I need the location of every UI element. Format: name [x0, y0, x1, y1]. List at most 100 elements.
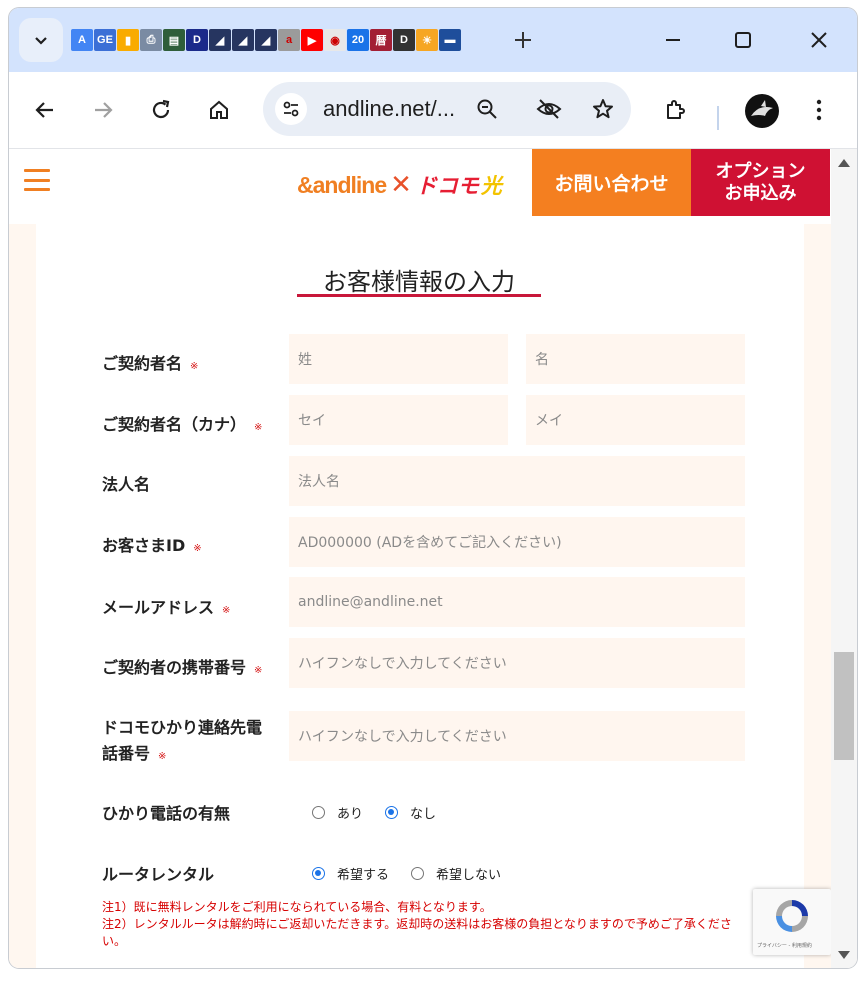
extensions-button[interactable] — [657, 92, 693, 128]
site-logo[interactable]: &andline ✕ ドコモ 光 — [297, 169, 502, 201]
landscape-icon[interactable]: ▬ — [439, 29, 461, 51]
last-name-input[interactable]: 姓 — [289, 334, 508, 384]
email-label-text: メールアドレス — [102, 598, 215, 617]
first-name-kana-input[interactable]: メイ — [526, 395, 745, 445]
customer-id-input[interactable]: AD000000 (ADを含めてご記入ください) — [289, 517, 745, 567]
url-text[interactable]: andline.net/... — [323, 96, 455, 122]
router-notes: 注1）既に無料レンタルをご利用になられている場合、有料となります。 注2）レンタ… — [102, 899, 742, 950]
amazon-icon[interactable]: a — [278, 29, 300, 51]
analytics-icon[interactable]: ▮ — [117, 29, 139, 51]
share-bookmark-icon[interactable]: ◢ — [209, 29, 231, 51]
chevron-down-icon — [35, 37, 47, 45]
scroll-down-arrow-icon[interactable] — [838, 951, 850, 959]
star-icon — [593, 99, 613, 119]
browser-window: A GE ▮ ⎙ ▤ D ◢ ◢ ◢ a ▶ ◉ 20 暦 D ☀ ▬ andl… — [9, 8, 857, 968]
maximize-icon — [735, 32, 751, 48]
gmail-ge-icon[interactable]: GE — [94, 29, 116, 51]
router-rental-radio-group: 希望する 希望しない — [312, 864, 523, 883]
youtube-icon[interactable]: ▶ — [301, 29, 323, 51]
router-not-label: 希望しない — [436, 868, 502, 883]
docomo-phone-input[interactable]: ハイフンなしで入力してください — [289, 711, 745, 761]
page-viewport: &andline ✕ ドコモ 光 お問い合わせ オプション お申込み お客様情報… — [9, 149, 857, 968]
tracking-protection-button[interactable] — [535, 95, 563, 123]
arrow-right-icon — [95, 102, 113, 118]
new-tab-button[interactable] — [509, 26, 537, 54]
docomo-phone-label-line2: 話番号 — [102, 744, 151, 763]
reki-kanji-icon[interactable]: 暦 — [370, 29, 392, 51]
scroll-up-arrow-icon[interactable] — [838, 159, 850, 167]
radio-button[interactable] — [385, 806, 399, 819]
site-info-button[interactable] — [275, 93, 307, 125]
kana-label-text: ご契約者名（カナ） — [102, 415, 247, 434]
share-bookmark-3-icon[interactable]: ◢ — [255, 29, 277, 51]
email-input[interactable]: andline@andline.net — [289, 577, 745, 627]
zoom-out-icon — [477, 99, 497, 119]
share-bookmark-2-icon[interactable]: ◢ — [232, 29, 254, 51]
reload-button[interactable] — [143, 92, 179, 128]
logo-cross: ✕ — [390, 170, 412, 200]
site-banner-icon[interactable]: ▤ — [163, 29, 185, 51]
required-mark: ※ — [254, 422, 263, 433]
hikari-phone-no-label: なし — [410, 807, 437, 822]
hikari-phone-label: ひかり電話の有無 — [102, 804, 231, 823]
home-button[interactable] — [201, 92, 237, 128]
plus-icon — [515, 32, 531, 48]
name-label-text: ご契約者名 — [102, 354, 183, 373]
bookmark-button[interactable] — [589, 95, 617, 123]
minimize-button[interactable] — [655, 24, 691, 56]
browser-menu-button[interactable] — [801, 92, 837, 128]
address-bar[interactable]: andline.net/... — [263, 82, 631, 136]
page-scrollbar[interactable] — [831, 149, 857, 968]
mobile-label: ご契約者の携帯番号 ※ — [102, 655, 262, 684]
kebab-menu-icon — [816, 99, 822, 121]
site-header: &andline ✕ ドコモ 光 お問い合わせ オプション お申込み — [9, 149, 831, 224]
radio-button[interactable] — [312, 867, 325, 880]
recaptcha-badge[interactable]: プライバシー - 利用規約 — [753, 889, 831, 955]
docomo-phone-label-line1: ドコモひかり連絡先電 — [102, 718, 263, 737]
printer-icon[interactable]: ⎙ — [140, 29, 162, 51]
hikari-phone-no-option[interactable]: なし — [385, 803, 436, 822]
google-ads-icon[interactable]: A — [71, 29, 93, 51]
profile-avatar[interactable] — [745, 94, 779, 128]
shark-avatar-icon — [751, 100, 773, 116]
calendar-icon[interactable]: 20 — [347, 29, 369, 51]
customer-id-label: お客さまID ※ — [102, 533, 202, 562]
hikari-phone-yes-option[interactable]: あり — [312, 803, 363, 822]
minimize-icon — [666, 39, 680, 41]
eye-off-icon — [536, 99, 562, 119]
radio-button[interactable] — [411, 867, 425, 880]
forward-button[interactable] — [85, 92, 121, 128]
router-want-option[interactable]: 希望する — [312, 864, 389, 883]
required-mark: ※ — [193, 543, 202, 554]
close-window-button[interactable] — [801, 24, 837, 56]
kana-label: ご契約者名（カナ） ※ — [102, 412, 262, 441]
maximize-button[interactable] — [725, 24, 761, 56]
router-not-option[interactable]: 希望しない — [411, 864, 501, 883]
dc-logo-icon[interactable]: D — [393, 29, 415, 51]
close-icon — [811, 32, 827, 48]
company-input[interactable]: 法人名 — [289, 456, 745, 506]
sunrise-icon[interactable]: ☀ — [416, 29, 438, 51]
contact-button[interactable]: お問い合わせ — [532, 149, 691, 216]
tab-search-button[interactable] — [19, 18, 63, 62]
pinned-tabs: A GE ▮ ⎙ ▤ D ◢ ◢ ◢ a ▶ ◉ 20 暦 D ☀ ▬ — [71, 28, 461, 52]
zoom-button[interactable] — [473, 95, 501, 123]
customer-id-label-text: お客さまID — [102, 536, 186, 555]
home-icon — [210, 100, 228, 119]
scroll-thumb[interactable] — [834, 652, 854, 760]
tune-icon — [283, 101, 299, 117]
hikari-logo: 光 — [480, 174, 502, 198]
mobile-input[interactable]: ハイフンなしで入力してください — [289, 638, 745, 688]
note-2: 注2）レンタルルータは解約時にご返却いただきます。返却時の送料はお客様の負担とな… — [102, 917, 732, 948]
first-name-input[interactable]: 名 — [526, 334, 745, 384]
recaptcha-footer[interactable]: プライバシー - 利用規約 — [757, 942, 812, 949]
radio-button[interactable] — [312, 806, 325, 819]
docomo-logo: ドコモ — [415, 174, 479, 198]
option-apply-button[interactable]: オプション お申込み — [691, 149, 830, 216]
youtube-studio-icon[interactable]: ◉ — [324, 29, 346, 51]
required-mark: ※ — [222, 605, 231, 616]
last-name-kana-input[interactable]: セイ — [289, 395, 508, 445]
back-button[interactable] — [27, 92, 63, 128]
hamburger-menu-icon[interactable] — [24, 169, 50, 191]
d-letter-icon[interactable]: D — [186, 29, 208, 51]
